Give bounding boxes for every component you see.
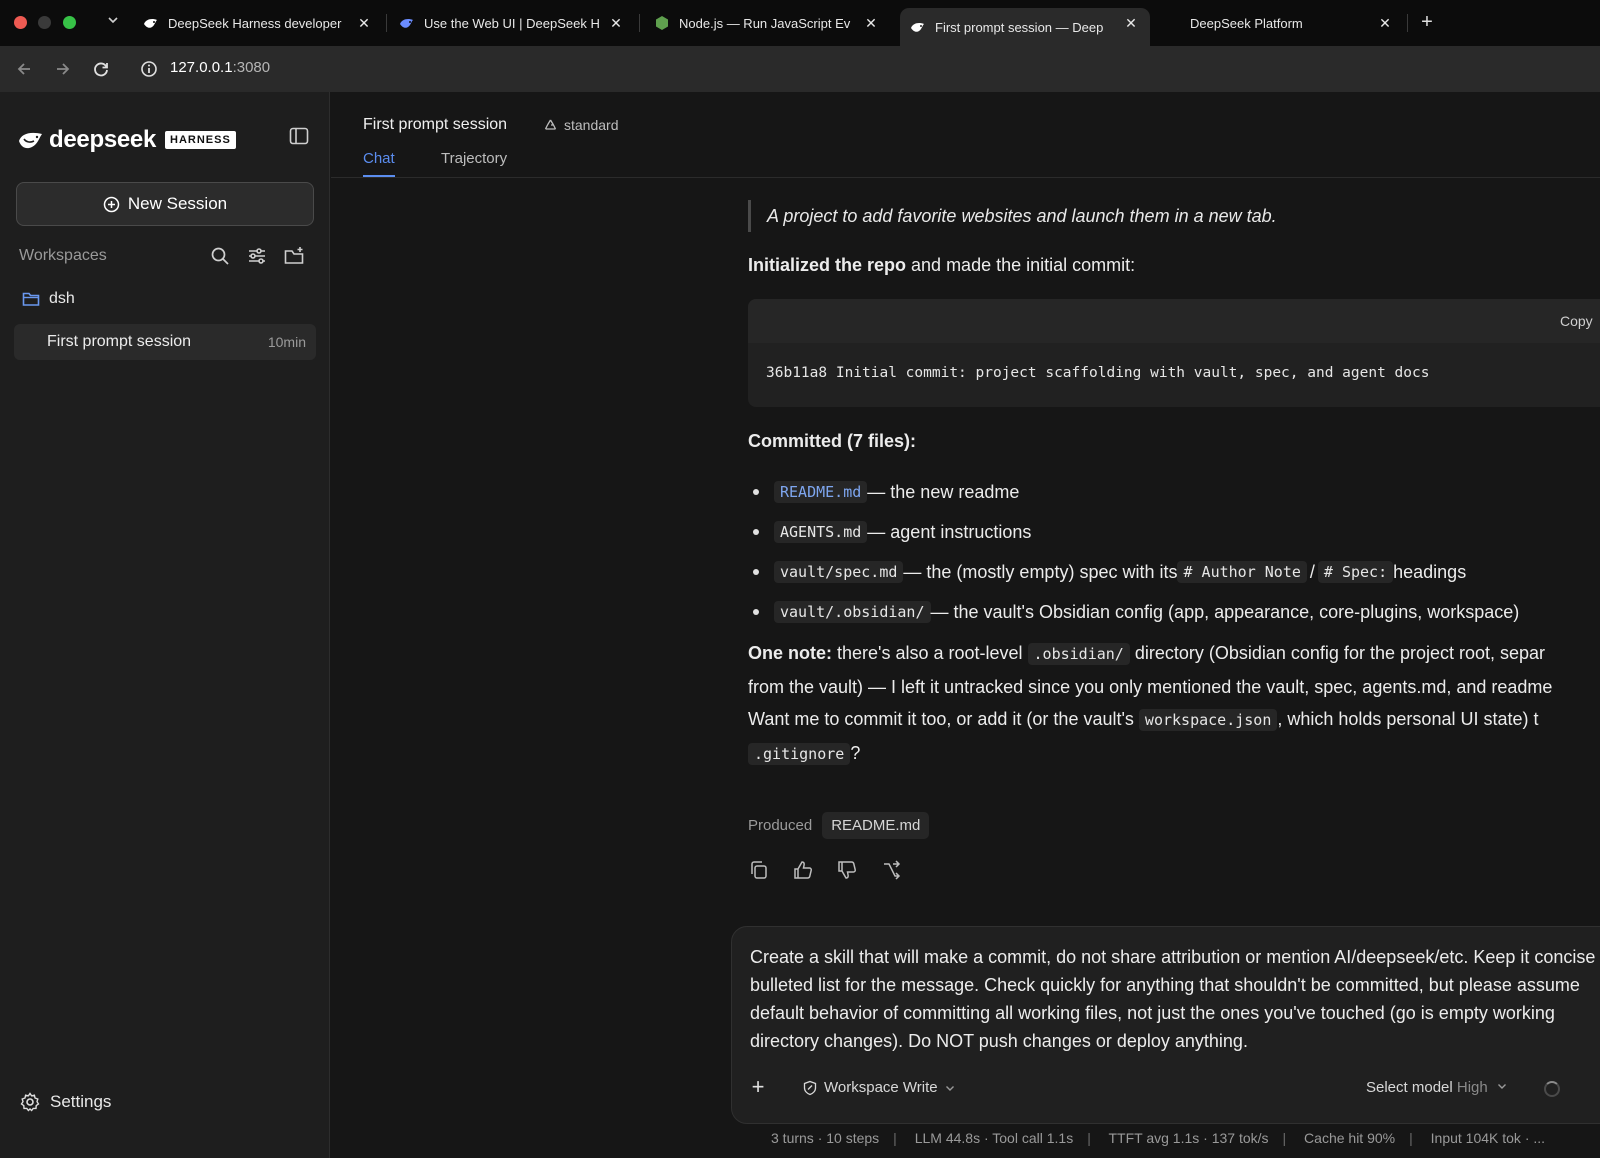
attach-plus-icon[interactable]: + bbox=[748, 1076, 768, 1098]
produced-file-chip[interactable]: README.md bbox=[822, 812, 930, 839]
deepseek-whale-icon bbox=[400, 19, 413, 28]
message-paragraph: Initialized the repo and made the initia… bbox=[748, 255, 1136, 275]
new-session-button[interactable]: New Session bbox=[16, 182, 314, 226]
close-tab-icon[interactable]: ✕ bbox=[607, 14, 625, 32]
deepseek-whale-icon bbox=[911, 23, 924, 32]
new-tab-plus-icon[interactable]: + bbox=[1417, 12, 1437, 32]
close-tab-icon[interactable]: ✕ bbox=[862, 14, 880, 32]
workspace-folder-dsh[interactable]: dsh bbox=[22, 290, 75, 308]
gear-icon bbox=[20, 1092, 40, 1112]
close-tab-icon[interactable]: ✕ bbox=[1376, 14, 1394, 32]
tab-trajectory[interactable]: Trajectory bbox=[441, 150, 507, 167]
message-composer[interactable]: Create a skill that will make a commit, … bbox=[731, 926, 1600, 1124]
committed-heading: Committed (7 files): bbox=[748, 431, 917, 451]
reload-icon[interactable] bbox=[90, 58, 112, 80]
chevron-down-icon bbox=[1497, 1084, 1506, 1089]
forward-arrow-icon[interactable] bbox=[51, 58, 73, 80]
folder-icon bbox=[22, 292, 40, 306]
workspaces-heading: Workspaces bbox=[19, 247, 107, 264]
list-item: README.md — the new readme bbox=[748, 472, 1519, 512]
close-tab-icon[interactable]: ✕ bbox=[355, 14, 373, 32]
search-icon[interactable] bbox=[208, 244, 232, 268]
list-item: vault/spec.md — the (mostly empty) spec … bbox=[748, 552, 1519, 592]
filter-sliders-icon[interactable] bbox=[245, 244, 269, 268]
session-list-item[interactable]: First prompt session 10min bbox=[14, 324, 316, 360]
list-item: vault/.obsidian/ — the vault's Obsidian … bbox=[748, 592, 1519, 632]
thumbs-up-icon[interactable] bbox=[792, 859, 816, 883]
session-title: First prompt session bbox=[363, 116, 508, 133]
note-paragraph: One note: there's also a root-level .obs… bbox=[748, 643, 1553, 765]
deepseek-whale-logo-icon bbox=[19, 132, 42, 149]
tab-chat[interactable]: Chat bbox=[363, 150, 395, 177]
browser-toolbar: 127.0.0.1:3080 bbox=[0, 46, 1600, 92]
produced-files: Produced README.md bbox=[748, 812, 930, 839]
copy-icon[interactable] bbox=[748, 859, 772, 883]
new-folder-icon[interactable] bbox=[282, 244, 306, 268]
window-zoom-button[interactable] bbox=[63, 16, 76, 29]
session-header: First prompt session standard Chat Traje… bbox=[331, 92, 1600, 178]
close-tab-icon[interactable]: ✕ bbox=[1122, 14, 1140, 32]
shield-edit-icon bbox=[803, 1080, 817, 1095]
message-actions bbox=[748, 859, 924, 883]
file-link-readme[interactable]: README.md bbox=[774, 481, 868, 503]
permission-selector[interactable]: Workspace Write bbox=[802, 1079, 962, 1096]
back-arrow-icon[interactable] bbox=[14, 58, 36, 80]
list-item: AGENTS.md — agent instructions bbox=[748, 512, 1519, 552]
copy-code-button[interactable]: Copy bbox=[1560, 313, 1593, 329]
window-close-button[interactable] bbox=[14, 16, 27, 29]
settings-button[interactable]: Settings bbox=[20, 1092, 111, 1112]
browser-tab[interactable]: Use the Web UI | DeepSeek H ✕ bbox=[399, 8, 625, 38]
code-block-header bbox=[748, 299, 1600, 343]
branch-fork-icon[interactable] bbox=[880, 859, 904, 883]
blockquote: A project to add favorite websites and l… bbox=[748, 200, 1277, 232]
browser-tab[interactable]: Node.js — Run JavaScript Ev ✕ bbox=[654, 8, 880, 38]
model-selector[interactable]: Select model High bbox=[1366, 1079, 1508, 1096]
deepseek-harness-logo: deepseek HARNESS bbox=[18, 126, 236, 154]
code-line: 36b11a8 Initial commit: project scaffold… bbox=[766, 365, 1430, 381]
mode-indicator[interactable]: standard bbox=[543, 117, 618, 133]
sidebar: deepseek HARNESS New Session Workspaces … bbox=[0, 92, 330, 1158]
browser-tab[interactable]: DeepSeek Platform ✕ bbox=[1190, 8, 1394, 38]
deepseek-whale-icon bbox=[144, 19, 157, 28]
nodejs-hexagon-icon bbox=[656, 16, 668, 30]
browser-tab-active[interactable]: First prompt session — Deep ✕ bbox=[900, 8, 1150, 46]
recycle-icon bbox=[544, 119, 557, 130]
browser-tab-strip: DeepSeek Harness developer ✕ Use the Web… bbox=[0, 0, 1600, 46]
loading-spinner-icon bbox=[1544, 1081, 1560, 1097]
address-bar[interactable]: 127.0.0.1:3080 bbox=[170, 59, 270, 76]
plus-circle-icon bbox=[103, 196, 120, 212]
browser-tab[interactable]: DeepSeek Harness developer ✕ bbox=[143, 8, 373, 38]
code-block: Copy 36b11a8 Initial commit: project sca… bbox=[748, 299, 1600, 407]
committed-files-list: README.md — the new readme AGENTS.md — a… bbox=[748, 472, 1519, 632]
thumbs-down-icon[interactable] bbox=[836, 859, 860, 883]
tab-search-chevron-icon[interactable] bbox=[103, 12, 123, 32]
prompt-textarea[interactable]: Create a skill that will make a commit, … bbox=[750, 943, 1600, 1055]
site-info-icon[interactable] bbox=[138, 58, 160, 80]
chevron-down-icon bbox=[945, 1085, 954, 1091]
sidebar-toggle-icon[interactable] bbox=[287, 124, 311, 148]
main-panel: First prompt session standard Chat Traje… bbox=[331, 92, 1600, 1158]
window-minimize-button[interactable] bbox=[38, 16, 51, 29]
status-bar: 3 turns · 10 steps | LLM 44.8s · Tool cal… bbox=[771, 1130, 1546, 1146]
